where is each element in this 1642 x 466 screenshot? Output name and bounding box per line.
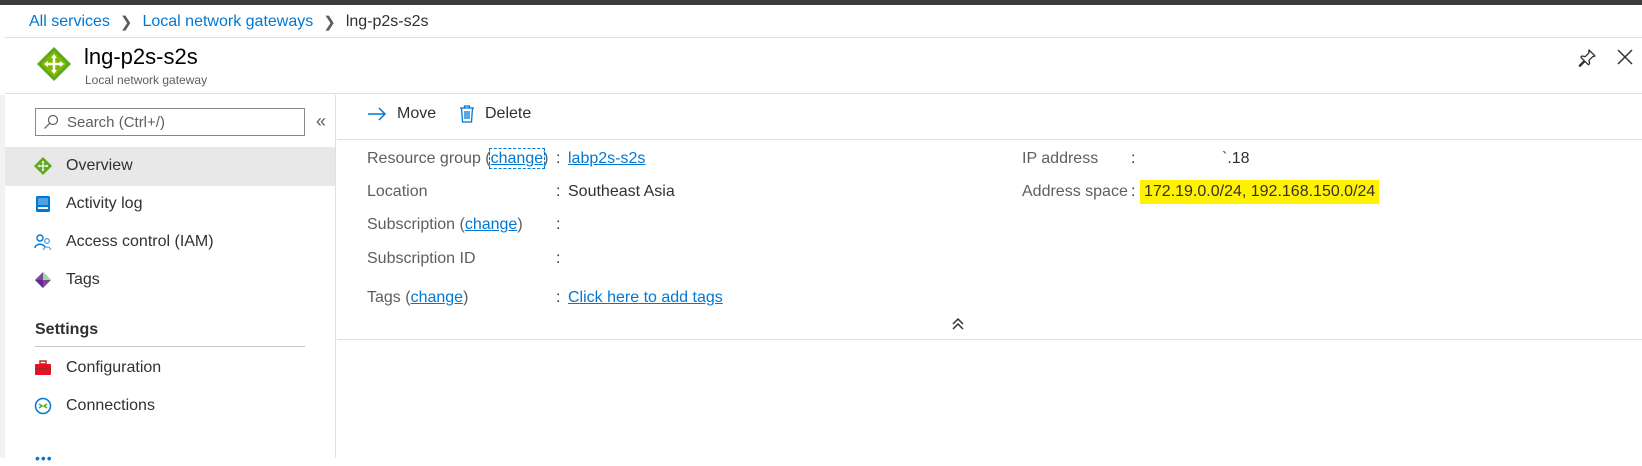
search-input[interactable] <box>67 113 287 131</box>
colon: : <box>556 150 561 167</box>
chevron-right-icon: ❯ <box>119 14 133 31</box>
location-label: Location <box>367 183 428 200</box>
more-items-indicator: ••• <box>35 450 53 466</box>
sidebar-item-overview[interactable]: Overview <box>5 147 335 186</box>
colon: : <box>556 216 561 233</box>
page-title: lng-p2s-s2s <box>84 44 198 69</box>
subscription-change-link[interactable]: change <box>465 216 518 233</box>
address-space-value: 172.19.0.0/24, 192.168.150.0/24 <box>1140 180 1380 204</box>
access-control-icon <box>34 234 52 251</box>
sidebar-item-configuration[interactable]: Configuration <box>5 349 335 388</box>
breadcrumb: All services ❯ Local network gateways ❯ … <box>29 12 429 32</box>
trash-icon <box>460 105 474 123</box>
search-box[interactable] <box>35 108 305 136</box>
main-content: Move Delete Resource group (change) : la… <box>337 95 1642 458</box>
sidebar-item-label: Tags <box>66 271 100 288</box>
tag-icon <box>35 272 51 288</box>
settings-section-header: Settings <box>35 321 99 338</box>
sidebar-item-label: Overview <box>66 157 133 174</box>
arrow-right-icon <box>368 107 387 121</box>
sidebar-item-activity-log[interactable]: Activity log <box>5 185 335 224</box>
tags-change-link[interactable]: change <box>411 289 464 306</box>
sidebar-item-label: Connections <box>66 397 155 414</box>
resource-group-label: Resource group (change) <box>367 148 549 169</box>
collapse-sidebar-icon[interactable]: « <box>316 111 326 132</box>
colon: : <box>556 250 561 267</box>
page-subtitle: Local network gateway <box>85 73 208 87</box>
local-network-gateway-icon <box>37 47 71 81</box>
colon: : <box>556 183 561 200</box>
sidebar-item-tags[interactable]: Tags <box>5 261 335 300</box>
subscription-id-label: Subscription ID <box>367 250 476 267</box>
location-value: Southeast Asia <box>568 183 675 200</box>
sidebar-item-label: Configuration <box>66 359 162 376</box>
overview-icon <box>34 157 52 175</box>
sidebar-item-access-control[interactable]: Access control (IAM) <box>5 223 335 262</box>
search-icon <box>44 114 59 129</box>
address-space-label: Address space <box>1022 183 1128 200</box>
breadcrumb-current: lng-p2s-s2s <box>345 13 429 30</box>
breadcrumb-local-network-gateways[interactable]: Local network gateways <box>142 13 313 31</box>
delete-button[interactable]: Delete <box>459 105 531 123</box>
resource-header: lng-p2s-s2s Local network gateway <box>5 37 1642 94</box>
section-divider <box>35 346 305 347</box>
top-bar <box>0 0 1642 5</box>
move-label: Move <box>397 105 437 122</box>
resource-group-value-link[interactable]: labp2s-s2s <box>568 150 645 168</box>
configuration-icon <box>35 360 51 375</box>
activity-log-icon <box>36 196 50 212</box>
collapse-essentials-icon[interactable] <box>951 317 965 331</box>
command-bar: Move Delete <box>337 95 1642 140</box>
sidebar-item-connections[interactable]: Connections <box>5 387 335 426</box>
colon: : <box>556 289 561 306</box>
subscription-label: Subscription (change) <box>367 216 523 233</box>
move-button[interactable]: Move <box>367 105 436 123</box>
sidebar: « Overview Activity log Access control (… <box>5 95 336 466</box>
breadcrumb-all-services[interactable]: All services <box>29 13 110 31</box>
close-icon[interactable] <box>1615 47 1635 67</box>
delete-label: Delete <box>485 105 532 122</box>
chevron-right-icon: ❯ <box>323 14 336 31</box>
colon: : <box>1131 150 1136 167</box>
sidebar-item-label: Activity log <box>66 195 143 212</box>
pin-icon[interactable] <box>1577 48 1597 68</box>
ip-address-label: IP address <box>1022 150 1099 167</box>
essentials-divider <box>337 339 1642 340</box>
tags-label: Tags (change) <box>367 289 469 306</box>
connections-icon <box>34 397 52 415</box>
sidebar-item-label: Access control (IAM) <box>66 233 214 250</box>
resource-group-change-link[interactable]: change <box>488 148 546 169</box>
colon: : <box>1131 183 1136 200</box>
ip-address-value: `.18 <box>1222 150 1250 167</box>
add-tags-link[interactable]: Click here to add tags <box>568 289 723 307</box>
